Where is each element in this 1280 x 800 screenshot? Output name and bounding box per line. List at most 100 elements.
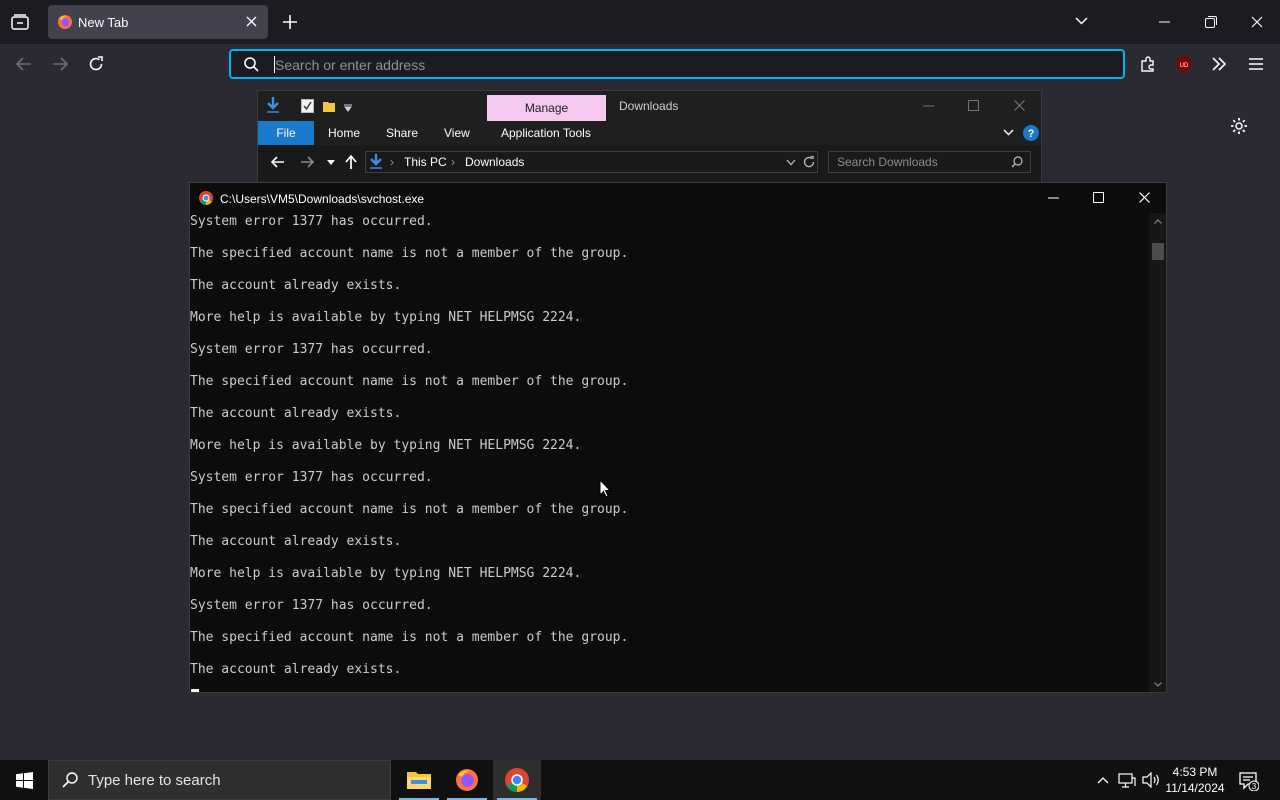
chrome-icon [199, 191, 213, 205]
address-placeholder: Search or enter address [275, 57, 426, 73]
network-icon[interactable] [1118, 772, 1136, 788]
browser-tab[interactable]: New Tab [48, 5, 268, 39]
console-line: More help is available by typing NET HEL… [190, 310, 582, 325]
notifications-icon[interactable]: 3 [1239, 771, 1259, 791]
more-tools-icon[interactable] [1212, 57, 1226, 71]
explorer-search-box[interactable]: Search Downloads [828, 151, 1031, 173]
clock-time: 4:53 PM [1172, 765, 1218, 779]
console-line: System error 1377 has occurred. [190, 214, 433, 229]
system-clock[interactable]: 4:53 PM 11/14/2024 [1163, 764, 1227, 796]
mouse-pointer-icon [599, 479, 611, 498]
console-close-icon[interactable] [1139, 192, 1150, 203]
new-folder-icon[interactable] [322, 99, 336, 113]
up-folder-icon[interactable] [345, 155, 357, 169]
scroll-down-icon[interactable] [1154, 682, 1162, 687]
explorer-maximize-icon[interactable] [968, 100, 979, 111]
refresh-icon[interactable] [803, 156, 815, 168]
close-window-icon[interactable] [1251, 16, 1263, 28]
breadcrumb-this-pc[interactable]: This PC [404, 155, 447, 169]
console-scrollbar[interactable] [1149, 213, 1166, 692]
properties-icon[interactable] [301, 99, 314, 113]
breadcrumb-downloads[interactable]: Downloads [465, 155, 524, 169]
taskbar-firefox[interactable] [443, 760, 491, 800]
firefox-icon [57, 14, 73, 30]
console-window: C:\Users\VM5\Downloads\svchost.exe Syste… [189, 182, 1167, 693]
reload-icon[interactable] [88, 56, 104, 72]
console-line: The account already exists. [190, 662, 402, 677]
explorer-address-bar[interactable]: › This PC › Downloads [365, 151, 818, 173]
console-line: The specified account name is not a memb… [190, 374, 629, 389]
ribbon-tab-share[interactable]: Share [386, 126, 418, 140]
new-tab-icon[interactable] [283, 15, 297, 29]
taskbar-file-explorer[interactable] [395, 760, 443, 800]
console-title-bar: C:\Users\VM5\Downloads\svchost.exe [190, 183, 1166, 213]
breadcrumb-separator: › [451, 155, 455, 169]
expand-ribbon-icon[interactable] [1003, 129, 1014, 136]
console-line: The specified account name is not a memb… [190, 502, 629, 517]
windows-start-icon[interactable] [16, 772, 33, 789]
breadcrumb-separator: › [390, 155, 394, 169]
explorer-window-title: Downloads [619, 99, 679, 113]
ribbon-tab-application-tools[interactable]: Application Tools [501, 126, 591, 140]
address-dropdown-icon[interactable] [786, 159, 796, 166]
console-line: The specified account name is not a memb… [190, 246, 629, 261]
explorer-minimize-icon[interactable] [923, 105, 934, 107]
taskbar: Type here to search 4:53 PM 11/14/2024 3 [0, 760, 1280, 800]
firefox-icon [455, 768, 479, 792]
explorer-navigation-bar: › This PC › Downloads Search Downloads [258, 145, 1041, 181]
recent-locations-icon[interactable] [327, 160, 335, 165]
extensions-icon[interactable] [1140, 56, 1156, 72]
console-title: C:\Users\VM5\Downloads\svchost.exe [220, 192, 425, 206]
tab-list-icon[interactable] [11, 14, 29, 30]
console-line: The account already exists. [190, 534, 402, 549]
ublock-origin-icon[interactable]: UD [1176, 56, 1192, 73]
console-line: System error 1377 has occurred. [190, 598, 433, 613]
console-output[interactable]: System error 1377 has occurred. The spec… [190, 213, 1148, 692]
restore-icon[interactable] [1205, 16, 1217, 28]
console-maximize-icon[interactable] [1093, 192, 1104, 203]
taskbar-search-icon [62, 772, 78, 788]
list-all-tabs-icon[interactable] [1075, 17, 1088, 25]
help-icon[interactable]: ? [1023, 125, 1039, 141]
explorer-forward-icon[interactable] [300, 156, 314, 168]
taskbar-chrome[interactable] [493, 760, 541, 800]
manage-tab[interactable]: Manage [487, 95, 606, 122]
taskbar-search-placeholder: Type here to search [88, 772, 221, 789]
ribbon-tab-file[interactable]: File [258, 121, 314, 145]
explorer-search-placeholder: Search Downloads [837, 155, 938, 169]
minimize-icon[interactable] [1159, 21, 1170, 23]
console-line: System error 1377 has occurred. [190, 342, 433, 357]
browser-tab-bar: New Tab [0, 0, 1280, 44]
back-icon[interactable] [16, 57, 32, 71]
ublock-badge-text: UD [1180, 63, 1189, 69]
ribbon-tab-view[interactable]: View [444, 126, 470, 140]
menu-icon[interactable] [1249, 58, 1263, 70]
downloads-icon [369, 154, 383, 170]
explorer-close-icon[interactable] [1014, 100, 1025, 111]
file-explorer-window: Manage Downloads File Home Share View Ap… [257, 90, 1042, 190]
console-line: The specified account name is not a memb… [190, 630, 629, 645]
settings-gear-icon[interactable] [1230, 117, 1248, 135]
file-explorer-icon [407, 770, 431, 790]
console-cursor [191, 689, 199, 692]
console-minimize-icon[interactable] [1048, 197, 1059, 199]
volume-icon[interactable] [1142, 772, 1160, 788]
clock-date: 11/14/2024 [1165, 781, 1225, 795]
console-line: The account already exists. [190, 278, 402, 293]
close-tab-icon[interactable] [246, 16, 257, 27]
ribbon-tab-home[interactable]: Home [328, 126, 360, 140]
address-bar[interactable]: Search or enter address [229, 49, 1125, 79]
scrollbar-thumb[interactable] [1152, 243, 1164, 260]
console-line: More help is available by typing NET HEL… [190, 438, 582, 453]
customize-qat-icon[interactable] [344, 104, 352, 112]
download-arrow-icon [266, 97, 280, 113]
notification-count: 3 [1252, 782, 1257, 791]
explorer-back-icon[interactable] [271, 156, 285, 168]
taskbar-search-box[interactable]: Type here to search [48, 760, 391, 800]
show-hidden-icons-icon[interactable] [1097, 776, 1109, 784]
forward-icon[interactable] [52, 57, 68, 71]
chrome-icon [505, 768, 529, 792]
explorer-ribbon-tabs: File Home Share View Application Tools ? [258, 121, 1041, 145]
scroll-up-icon[interactable] [1154, 219, 1162, 224]
search-icon [244, 57, 259, 72]
